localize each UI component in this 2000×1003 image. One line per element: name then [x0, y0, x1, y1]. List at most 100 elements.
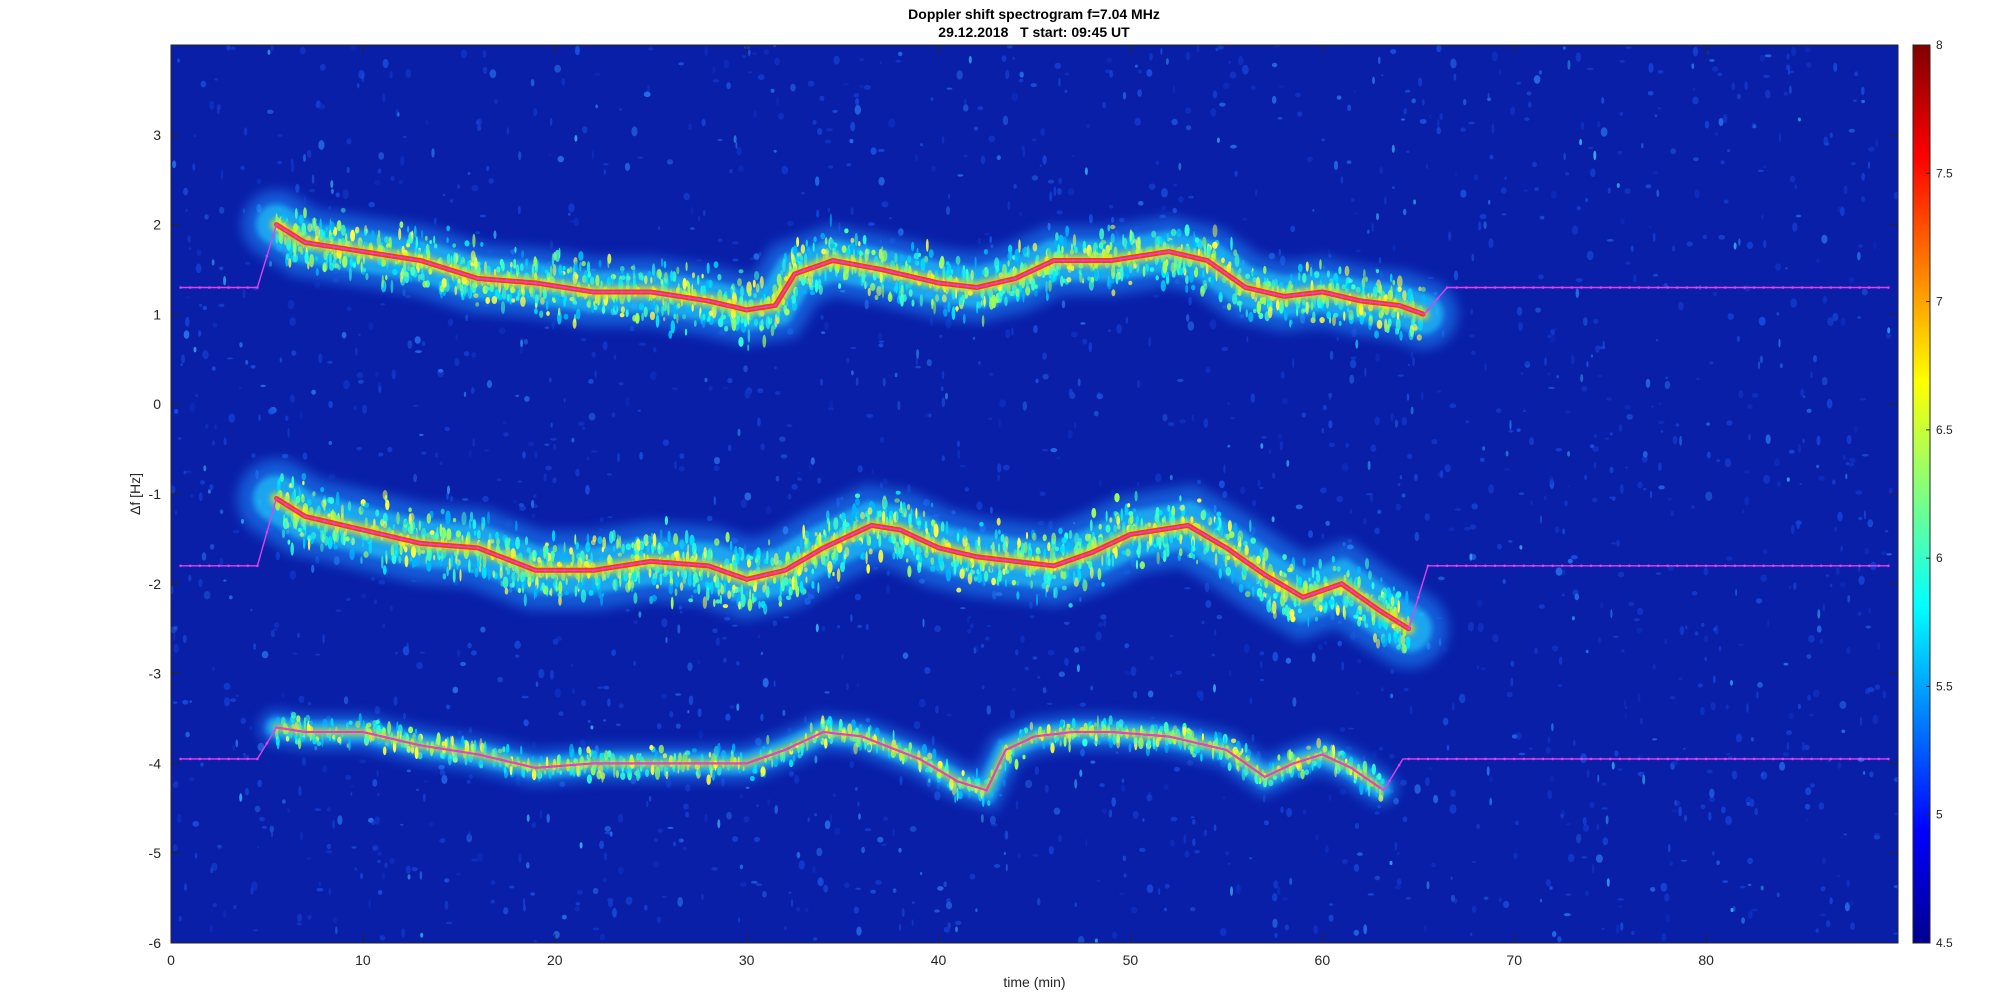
- noise-speckle: [1355, 249, 1361, 252]
- noise-speckle: [482, 495, 489, 502]
- noise-speckle: [585, 484, 590, 495]
- noise-speckle: [1727, 149, 1731, 153]
- noise-speckle: [1590, 168, 1596, 178]
- noise-speckle: [1626, 414, 1633, 420]
- noise-speckle: [1868, 161, 1870, 169]
- noise-speckle: [1600, 601, 1604, 609]
- noise-speckle: [1148, 183, 1156, 190]
- noise-speckle: [1685, 625, 1688, 630]
- band-speckle: [717, 274, 722, 281]
- band-speckle: [656, 268, 662, 279]
- noise-speckle: [1164, 883, 1170, 889]
- band-speckle: [371, 230, 375, 242]
- noise-speckle: [1130, 906, 1138, 914]
- noise-speckle: [538, 669, 545, 679]
- noise-speckle: [807, 80, 815, 87]
- band-speckle: [638, 274, 644, 281]
- noise-speckle: [552, 477, 557, 484]
- noise-speckle: [230, 46, 236, 51]
- noise-speckle: [226, 357, 234, 360]
- noise-speckle: [289, 394, 295, 403]
- noise-speckle: [1795, 214, 1802, 218]
- band-speckle: [567, 268, 570, 274]
- band-speckle: [1396, 311, 1400, 320]
- noise-speckle: [969, 873, 976, 880]
- noise-speckle: [460, 661, 466, 667]
- noise-speckle: [780, 454, 788, 459]
- band-speckle: [867, 287, 871, 297]
- noise-speckle: [1321, 138, 1325, 142]
- noise-speckle: [1426, 881, 1430, 890]
- noise-speckle: [544, 443, 550, 447]
- band-speckle: [543, 291, 547, 300]
- noise-speckle: [794, 774, 800, 784]
- noise-speckle: [1448, 527, 1455, 532]
- noise-speckle: [590, 725, 594, 730]
- noise-speckle: [271, 832, 273, 837]
- band-speckle: [1009, 290, 1015, 297]
- noise-speckle: [864, 84, 871, 90]
- noise-speckle: [1508, 429, 1514, 433]
- band-speckle: [589, 276, 595, 285]
- noise-speckle: [239, 342, 243, 348]
- noise-speckle: [1759, 355, 1763, 364]
- noise-speckle: [1205, 600, 1212, 608]
- noise-speckle: [1313, 925, 1318, 934]
- band-speckle: [1421, 294, 1427, 305]
- noise-speckle: [1492, 634, 1499, 643]
- noise-speckle: [1279, 440, 1284, 451]
- band-speckle: [610, 308, 616, 316]
- noise-speckle: [993, 864, 1001, 868]
- noise-speckle: [1616, 539, 1620, 547]
- noise-speckle: [201, 552, 207, 561]
- band-speckle: [314, 256, 319, 261]
- noise-speckle: [531, 822, 537, 829]
- noise-speckle: [194, 852, 198, 859]
- noise-speckle: [1741, 508, 1745, 515]
- band-speckle: [329, 221, 335, 232]
- noise-speckle: [599, 934, 606, 941]
- noise-speckle: [713, 496, 716, 505]
- noise-speckle: [1328, 794, 1332, 802]
- band-speckle: [559, 272, 565, 280]
- noise-speckle: [1155, 160, 1160, 166]
- band-speckle: [1170, 228, 1177, 237]
- noise-speckle: [901, 908, 905, 918]
- band-speckle: [1346, 283, 1352, 290]
- band-speckle: [1341, 284, 1346, 290]
- noise-speckle: [1225, 851, 1230, 856]
- noise-speckle: [1124, 643, 1130, 649]
- band-speckle: [1362, 311, 1367, 317]
- band-speckle: [981, 315, 985, 328]
- noise-speckle: [1384, 196, 1387, 206]
- noise-speckle: [1735, 588, 1738, 597]
- noise-speckle: [503, 432, 510, 437]
- noise-speckle: [1786, 730, 1792, 735]
- noise-speckle: [1124, 670, 1131, 676]
- band-speckle: [1055, 232, 1059, 241]
- noise-speckle: [1625, 261, 1631, 265]
- noise-speckle: [1516, 428, 1521, 432]
- band-speckle: [813, 236, 817, 243]
- band-speckle: [850, 237, 855, 244]
- noise-speckle: [229, 595, 233, 600]
- noise-speckle: [1039, 164, 1042, 168]
- noise-speckle: [1498, 69, 1502, 76]
- noise-speckle: [611, 412, 616, 418]
- noise-speckle: [1792, 222, 1798, 232]
- noise-speckle: [1660, 430, 1664, 433]
- noise-speckle: [1786, 742, 1790, 750]
- noise-speckle: [1339, 727, 1346, 732]
- band-speckle: [874, 507, 878, 518]
- noise-speckle: [198, 578, 203, 588]
- band-speckle: [487, 568, 491, 581]
- noise-speckle: [1692, 96, 1699, 105]
- noise-speckle: [858, 813, 861, 820]
- noise-speckle: [351, 846, 357, 849]
- noise-speckle: [1219, 927, 1227, 937]
- band-speckle: [1372, 286, 1378, 298]
- noise-speckle: [1799, 482, 1803, 486]
- band-speckle: [422, 280, 428, 288]
- band-speckle: [696, 274, 700, 285]
- noise-speckle: [1609, 466, 1614, 474]
